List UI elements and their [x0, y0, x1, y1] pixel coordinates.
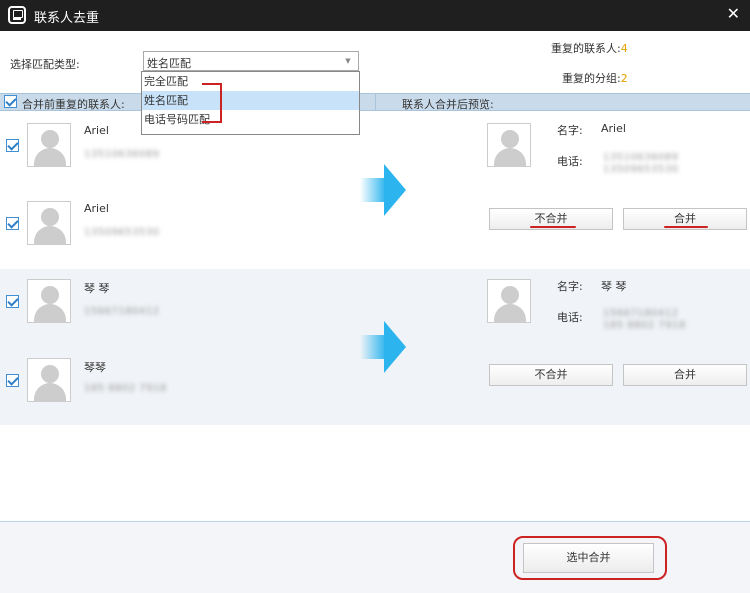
- contact-checkbox[interactable]: [6, 217, 19, 230]
- contact-avatar: [27, 201, 71, 245]
- dup-groups-label: 重复的分组:: [562, 72, 621, 85]
- dup-contacts-count: 4: [620, 42, 628, 55]
- contact-phone: 15667180412: [84, 306, 160, 317]
- match-type-label: 选择匹配类型:: [10, 58, 80, 71]
- dup-groups-stat: 重复的分组:2: [562, 70, 628, 86]
- match-type-select[interactable]: 姓名匹配 ▼: [143, 51, 359, 71]
- contact-name: Ariel: [84, 124, 109, 137]
- preview-avatar: [487, 279, 531, 323]
- preview-phone: 13509653530: [603, 164, 679, 175]
- annotation-highlight-ring: [513, 536, 667, 580]
- title-bar: 联系人去重 ✕: [0, 0, 750, 31]
- column-divider: [375, 94, 376, 111]
- preview-name-label: 名字:: [557, 280, 583, 293]
- chevron-down-icon[interactable]: ▼: [341, 52, 355, 70]
- contact-avatar: [27, 123, 71, 167]
- contact-avatar: [27, 358, 71, 402]
- no-merge-button[interactable]: 不合并: [489, 364, 613, 386]
- close-icon[interactable]: ✕: [727, 5, 740, 23]
- dup-contacts-label: 重复的联系人:: [551, 42, 621, 55]
- duplicate-group: 琴 琴 15667180412 琴琴 185 8802 7918 名字: 琴 琴…: [0, 269, 750, 425]
- option-name-match[interactable]: 姓名匹配: [142, 91, 359, 110]
- preview-avatar: [487, 123, 531, 167]
- column-header-bar: 合并前重复的联系人: 联系人合并后预览:: [0, 93, 750, 111]
- preview-phone-label: 电话:: [557, 311, 583, 324]
- dup-groups-count: 2: [620, 72, 628, 85]
- duplicate-group: Ariel 13510636089 Ariel 13509653530 名字: …: [0, 112, 750, 268]
- preview-phone: 185 8802 7918: [603, 320, 686, 331]
- right-column-title: 联系人合并后预览:: [402, 98, 494, 111]
- contact-checkbox[interactable]: [6, 374, 19, 387]
- preview-phone-label: 电话:: [557, 155, 583, 168]
- left-column-title: 合并前重复的联系人:: [22, 98, 125, 111]
- option-phone-match[interactable]: 电话号码匹配: [142, 110, 359, 129]
- annotation-underline: [664, 226, 708, 228]
- contact-avatar: [27, 279, 71, 323]
- annotation-bracket: [202, 83, 222, 123]
- preview-name: Ariel: [601, 122, 626, 135]
- preview-name: 琴 琴: [601, 280, 627, 293]
- merge-button[interactable]: 合并: [623, 364, 747, 386]
- preview-name-label: 名字:: [557, 124, 583, 137]
- window-title: 联系人去重: [34, 11, 100, 26]
- preview-phone: 15667180412: [603, 308, 679, 319]
- contact-checkbox[interactable]: [6, 295, 19, 308]
- contact-phone: 185 8802 7918: [84, 383, 167, 394]
- dup-contacts-stat: 重复的联系人:4: [551, 40, 628, 56]
- contact-phone: 13510636089: [84, 149, 160, 160]
- annotation-underline: [530, 226, 576, 228]
- option-exact-match[interactable]: 完全匹配: [142, 72, 359, 91]
- match-type-dropdown: 完全匹配 姓名匹配 电话号码匹配: [141, 71, 360, 135]
- contact-name: 琴 琴: [84, 282, 110, 295]
- match-type-value: 姓名匹配: [147, 57, 191, 70]
- contact-name: Ariel: [84, 202, 109, 215]
- phone-book-icon: [8, 6, 26, 24]
- select-all-checkbox[interactable]: [4, 95, 17, 108]
- preview-phone: 13510636089: [603, 152, 679, 163]
- contact-checkbox[interactable]: [6, 139, 19, 152]
- contact-phone: 13509653530: [84, 227, 160, 238]
- contact-name: 琴琴: [84, 361, 106, 374]
- arrow-right-icon: [360, 321, 408, 373]
- arrow-right-icon: [360, 164, 408, 216]
